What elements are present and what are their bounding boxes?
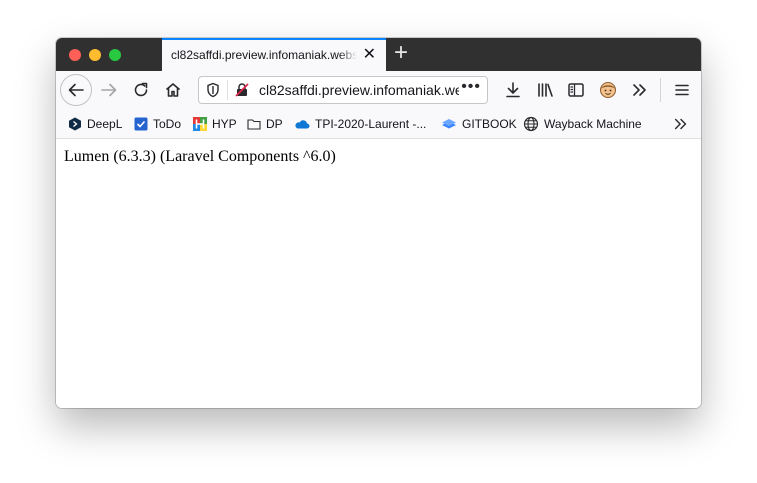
bookmark-label: Wayback Machine <box>544 117 642 131</box>
bookmark-label: ToDo <box>153 117 182 131</box>
sidebar-icon[interactable] <box>567 81 585 99</box>
gitbook-icon <box>442 119 456 129</box>
minimize-window-button[interactable] <box>89 49 101 61</box>
urlbar-divider <box>227 80 228 100</box>
bookmark-gitbook[interactable]: GITBOOK <box>441 115 517 133</box>
tab-title: cl82saffdi.preview.infomaniak.website <box>171 48 357 62</box>
address-bar[interactable]: cl82saffdi.preview.infomaniak.website ••… <box>198 76 488 104</box>
bookmark-todo[interactable]: ToDo <box>134 115 181 133</box>
zoom-window-button[interactable] <box>109 49 121 61</box>
hamburger-menu-icon[interactable] <box>673 81 691 99</box>
tab-close-icon[interactable]: ✕ <box>363 46 376 64</box>
new-tab-button[interactable]: + <box>394 41 408 65</box>
page-content: Lumen (6.3.3) (Laravel Components ^6.0) <box>56 139 701 408</box>
insecure-lock-icon[interactable] <box>234 82 250 98</box>
overflow-chevron-icon[interactable] <box>631 81 649 99</box>
title-bar: cl82saffdi.preview.infomaniak.website ✕ … <box>56 38 701 71</box>
navigation-toolbar: cl82saffdi.preview.infomaniak.website ••… <box>56 71 701 109</box>
toolbar-separator <box>660 78 661 102</box>
reload-icon[interactable] <box>132 81 150 99</box>
page-body-text: Lumen (6.3.3) (Laravel Components ^6.0) <box>64 148 336 165</box>
onedrive-cloud-icon <box>295 120 310 129</box>
active-tab[interactable]: cl82saffdi.preview.infomaniak.website ✕ <box>162 38 386 71</box>
back-arrow-icon <box>68 83 84 97</box>
bookmark-label: GITBOOK <box>462 117 517 131</box>
globe-icon <box>523 116 539 132</box>
back-button[interactable] <box>60 74 92 106</box>
page-actions-menu-icon[interactable]: ••• <box>461 78 481 96</box>
account-avatar-icon[interactable] <box>599 81 617 99</box>
home-icon[interactable] <box>164 81 182 99</box>
close-window-button[interactable] <box>69 49 81 61</box>
bookmarks-overflow-chevron-icon[interactable] <box>673 116 689 132</box>
bookmark-label: DP <box>266 117 283 131</box>
bookmark-hyp[interactable]: HYP <box>193 115 237 133</box>
bookmark-label: TPI-2020-Laurent -... <box>315 117 427 131</box>
checkbox-icon <box>134 117 148 131</box>
bookmark-deepl[interactable]: DeepL <box>68 115 122 133</box>
hyp-icon <box>193 117 207 131</box>
bookmark-dp[interactable]: DP <box>247 115 283 133</box>
bookmark-label: DeepL <box>87 117 123 131</box>
bookmark-wayback-machine[interactable]: Wayback Machine <box>523 115 642 133</box>
forward-arrow-icon[interactable] <box>100 81 118 99</box>
folder-icon <box>247 119 261 130</box>
bookmark-label: HYP <box>212 117 237 131</box>
download-icon[interactable] <box>504 81 522 99</box>
deepl-icon <box>69 117 81 131</box>
bookmarks-toolbar: DeepL ToDo HYP DP TPI-2020-Laurent -... … <box>56 109 701 139</box>
library-icon[interactable] <box>536 81 554 99</box>
url-text[interactable]: cl82saffdi.preview.infomaniak.website <box>259 82 459 98</box>
bookmark-tpi[interactable]: TPI-2020-Laurent -... <box>294 115 426 133</box>
browser-window: cl82saffdi.preview.infomaniak.website ✕ … <box>56 38 701 408</box>
shield-icon[interactable] <box>206 82 220 98</box>
